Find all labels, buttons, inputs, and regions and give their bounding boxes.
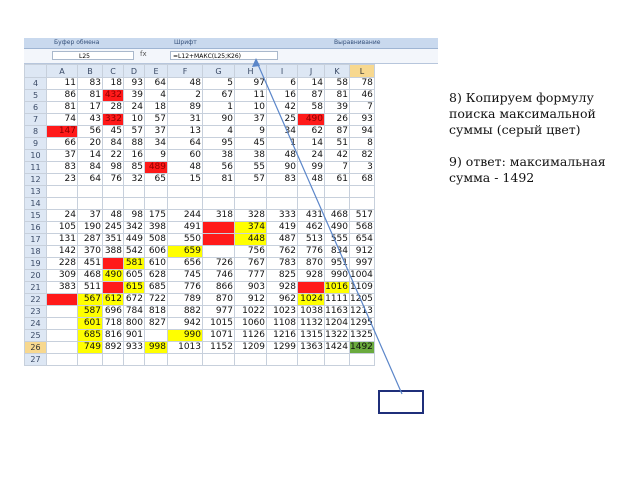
pointer-arrow bbox=[252, 58, 403, 395]
caption-answer-text: 9) ответ: максимальная сумма - 1492 bbox=[449, 154, 606, 185]
explanation-caption: 8) Копируем формулу поиска максимальной … bbox=[446, 90, 640, 202]
caption-step-text: 8) Копируем формулу поиска максимальной … bbox=[449, 90, 596, 137]
